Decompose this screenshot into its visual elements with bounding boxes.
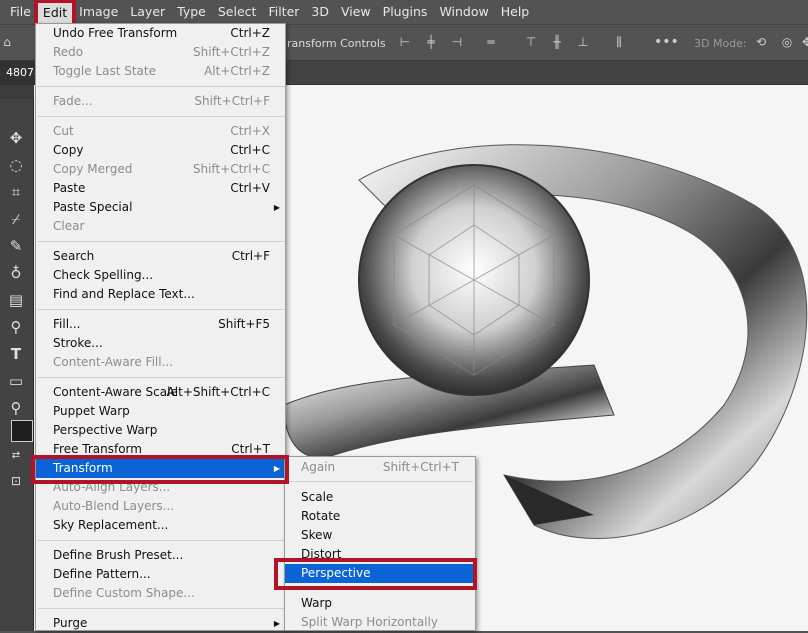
menu-item-content-aware-scale[interactable]: Content-Aware Scale Alt+Shift+Ctrl+C — [36, 383, 287, 402]
submenu-arrow-icon: ▶ — [273, 464, 280, 473]
menu-item-auto-blend-layers: Auto-Blend Layers... — [53, 499, 175, 513]
home-icon[interactable]: ⌂ — [0, 35, 14, 49]
menu-item-sky-replacement[interactable]: Sky Replacement... — [36, 516, 287, 535]
transform-submenu: Again Shift+Ctrl+T Scale Rotate Skew Dist… — [284, 456, 476, 631]
align-hcenter-icon[interactable]: ═ — [484, 35, 498, 49]
menu-item-copy-merged: Copy Merged Shift+Ctrl+C — [53, 162, 270, 176]
roll-3d-icon[interactable]: ◎ — [780, 35, 794, 49]
menu-separator — [287, 587, 473, 588]
menu-help[interactable]: Help — [495, 0, 536, 24]
menu-separator — [38, 377, 285, 378]
menu-item-fill[interactable]: Fill... Shift+F5 — [36, 315, 287, 334]
menu-bar: File Edit Image Layer Type Select Filter… — [0, 0, 808, 27]
menu-file[interactable]: File — [4, 0, 37, 24]
menu-item-free-transform[interactable]: Free Transform Ctrl+T — [36, 440, 287, 459]
lasso-tool-icon[interactable]: ◌ — [3, 154, 29, 176]
menu-3d[interactable]: 3D — [305, 0, 335, 24]
menu-item-transform[interactable]: Transform ▶ — [36, 459, 287, 478]
submenu-item-skew[interactable]: Skew — [285, 526, 475, 545]
menu-separator — [38, 86, 285, 87]
eyedropper-tool-icon[interactable]: ⌿ — [3, 208, 29, 230]
menu-window[interactable]: Window — [433, 0, 494, 24]
align-middle-icon[interactable]: ╫ — [550, 35, 564, 49]
menu-item-fade: Fade... Shift+Ctrl+F — [53, 94, 270, 108]
menu-separator — [38, 116, 285, 117]
swap-colors-icon[interactable]: ⇄ — [3, 445, 29, 467]
menu-plugins[interactable]: Plugins — [377, 0, 434, 24]
3d-mode-label: 3D Mode: — [694, 37, 747, 50]
menu-edit[interactable]: Edit — [33, 0, 77, 27]
submenu-item-scale[interactable]: Scale — [285, 488, 475, 507]
edit-menu: Undo Free Transform Ctrl+Z Redo Shift+Ctrl… — [35, 23, 287, 633]
submenu-item-perspective[interactable]: Perspective — [285, 564, 475, 583]
foreground-color-swatch[interactable] — [11, 420, 33, 442]
menu-item-puppet-warp[interactable]: Puppet Warp — [36, 402, 287, 421]
menu-item-copy[interactable]: Copy Ctrl+C — [36, 141, 287, 160]
menu-item-define-custom-shape: Define Custom Shape... — [53, 586, 195, 600]
brush-tool-icon[interactable]: ✎ — [3, 235, 29, 257]
menu-item-undo[interactable]: Undo Free Transform Ctrl+Z — [36, 24, 287, 43]
align-center-icon[interactable]: ╪ — [424, 35, 438, 49]
submenu-arrow-icon: ▶ — [273, 619, 280, 628]
menu-item-stroke[interactable]: Stroke... — [36, 334, 287, 353]
submenu-arrow-icon: ▶ — [273, 203, 280, 212]
menu-image[interactable]: Image — [73, 0, 124, 24]
align-bottom-icon[interactable]: ⊥ — [576, 35, 590, 49]
menu-item-purge[interactable]: Purge ▶ — [36, 614, 287, 633]
menu-item-clear: Clear — [53, 219, 85, 233]
menu-filter[interactable]: Filter — [262, 0, 305, 24]
menu-separator — [38, 608, 285, 609]
menu-separator — [287, 481, 473, 482]
menu-item-content-aware-fill: Content-Aware Fill... — [53, 355, 174, 369]
menu-select[interactable]: Select — [212, 0, 263, 24]
submenu-item-again: Again Shift+Ctrl+T — [301, 460, 459, 474]
orbit-3d-icon[interactable]: ⟲ — [754, 35, 768, 49]
align-right-icon[interactable]: ⊣ — [450, 35, 464, 49]
submenu-item-split-warp-horizontally: Split Warp Horizontally — [301, 615, 438, 629]
clone-stamp-tool-icon[interactable]: ♁ — [3, 262, 29, 284]
dodge-tool-icon[interactable]: ⚲ — [3, 316, 29, 338]
menu-item-cut: Cut Ctrl+X — [53, 124, 270, 138]
gradient-tool-icon[interactable]: ▤ — [3, 289, 29, 311]
menu-type[interactable]: Type — [171, 0, 212, 24]
menu-item-define-brush-preset[interactable]: Define Brush Preset... — [36, 546, 287, 565]
align-top-icon[interactable]: ⊤ — [524, 35, 538, 49]
menu-item-toggle-last-state: Toggle Last State Alt+Ctrl+Z — [53, 64, 270, 78]
menu-layer[interactable]: Layer — [124, 0, 171, 24]
menu-separator — [38, 540, 285, 541]
pan-3d-icon[interactable]: ✥ — [800, 35, 808, 49]
menu-item-check-spelling[interactable]: Check Spelling... — [36, 266, 287, 285]
crop-tool-icon[interactable]: ⌗ — [3, 181, 29, 203]
align-left-icon[interactable]: ⊢ — [398, 35, 412, 49]
menu-separator — [38, 241, 285, 242]
menu-item-paste[interactable]: Paste Ctrl+V — [36, 179, 287, 198]
menu-item-find-replace[interactable]: Find and Replace Text... — [36, 285, 287, 304]
move-tool-icon[interactable]: ✥ — [3, 127, 29, 149]
type-tool-icon[interactable]: T — [3, 343, 29, 365]
more-options-icon[interactable]: ••• — [654, 35, 679, 49]
zoom-tool-icon[interactable]: ⚲ — [3, 397, 29, 419]
transform-controls-label[interactable]: ransform Controls — [287, 37, 386, 50]
distribute-icon[interactable]: ⫼ — [612, 35, 626, 49]
quick-mask-icon[interactable]: ⊡ — [3, 470, 29, 492]
menu-item-search[interactable]: Search Ctrl+F — [36, 247, 287, 266]
menu-item-auto-align-layers: Auto-Align Layers... — [53, 480, 171, 494]
menu-item-redo: Redo Shift+Ctrl+Z — [53, 45, 270, 59]
menu-view[interactable]: View — [335, 0, 377, 24]
menu-item-define-pattern[interactable]: Define Pattern... — [36, 565, 287, 584]
rectangle-tool-icon[interactable]: ▭ — [3, 370, 29, 392]
menu-separator — [38, 309, 285, 310]
panel-grip[interactable] — [0, 85, 34, 99]
submenu-item-distort[interactable]: Distort — [285, 545, 475, 564]
menu-item-paste-special[interactable]: Paste Special ▶ — [36, 198, 287, 217]
menu-item-perspective-warp[interactable]: Perspective Warp — [36, 421, 287, 440]
submenu-item-rotate[interactable]: Rotate — [285, 507, 475, 526]
submenu-item-warp[interactable]: Warp — [285, 594, 475, 613]
tools-panel: ✥ ◌ ⌗ ⌿ ✎ ♁ ▤ ⚲ T ▭ ⚲ ⇄ ⊡ — [0, 85, 34, 631]
